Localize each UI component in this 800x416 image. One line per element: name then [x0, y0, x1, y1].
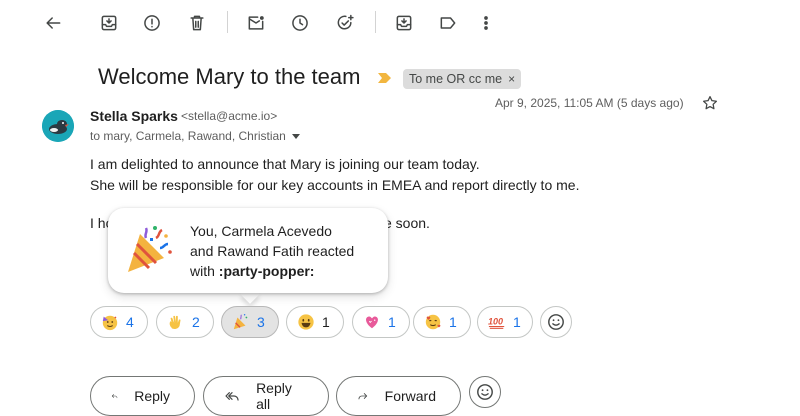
reaction-party-popper[interactable]: 3 — [221, 306, 279, 338]
toolbar-divider — [227, 11, 228, 33]
body-line-2: She will be responsible for our key acco… — [90, 177, 580, 193]
reaction-count: 2 — [192, 314, 200, 330]
chevron-down-icon — [291, 133, 300, 139]
tooltip-line-2: and Rawand Fatih reacted — [190, 243, 355, 259]
add-reaction-icon — [548, 314, 564, 330]
reaction-partying-face[interactable]: 4 — [90, 306, 148, 338]
hundred-points-icon: 100 — [488, 317, 505, 329]
more-icon[interactable] — [472, 9, 500, 37]
reply-icon — [111, 394, 118, 399]
archive-icon[interactable] — [95, 9, 123, 37]
partying-face-icon — [102, 315, 118, 331]
tooltip-text: You, Carmela Acevedo and Rawand Fatih re… — [190, 221, 354, 281]
label-icon[interactable] — [434, 9, 462, 37]
body-line-1: I am delighted to announce that Mary is … — [90, 156, 480, 172]
forward-icon — [358, 393, 368, 400]
delete-icon[interactable] — [183, 9, 211, 37]
reaction-count: 1 — [513, 314, 521, 330]
reaction-grinning-face[interactable]: 1 — [286, 306, 344, 338]
reaction-count: 4 — [126, 314, 134, 330]
mark-unread-icon[interactable] — [242, 9, 270, 37]
reaction-count: 1 — [449, 314, 457, 330]
tooltip-with: with — [190, 263, 219, 279]
tooltip-emoji-code: :party-popper: — [218, 263, 315, 279]
reply-all-label: Reply all — [256, 380, 292, 412]
reply-all-button[interactable]: Reply all — [203, 376, 329, 416]
reaction-count: 1 — [388, 314, 396, 330]
reaction-smiling-face-with-hearts[interactable]: 1 — [413, 306, 471, 338]
tooltip-line-3: with :party-popper: — [190, 261, 354, 281]
smiling-face-with-hearts-icon — [425, 314, 441, 330]
emoji-reaction-button[interactable] — [469, 376, 501, 408]
email-subject: Welcome Mary to the team — [98, 64, 361, 89]
reply-button[interactable]: Reply — [90, 376, 195, 416]
back-arrow-icon[interactable] — [39, 9, 67, 37]
grinning-face-icon — [298, 314, 314, 330]
emoji-icon — [477, 384, 493, 400]
body-line-3-end: e soon. — [384, 215, 430, 231]
toolbar-divider — [375, 11, 376, 33]
label-chip[interactable]: To me OR cc me × — [403, 69, 522, 89]
reaction-hundred-points[interactable]: 100 1 — [477, 306, 533, 338]
remove-label-icon[interactable]: × — [508, 72, 515, 86]
snooze-icon[interactable] — [286, 9, 314, 37]
party-popper-icon — [128, 226, 172, 272]
forward-label: Forward — [384, 388, 436, 404]
label-chip-text: To me OR cc me — [409, 72, 503, 86]
waving-hand-icon — [169, 315, 181, 330]
sender-name: Stella Sparks — [90, 108, 178, 124]
sender-email: <stella@acme.io> — [181, 109, 278, 123]
reply-all-icon — [225, 392, 239, 401]
add-reaction-button[interactable] — [540, 306, 572, 338]
star-icon[interactable] — [701, 94, 719, 112]
add-to-tasks-icon[interactable] — [331, 9, 359, 37]
recipients-dropdown[interactable]: to mary, Carmela, Rawand, Christian — [90, 129, 300, 143]
reaction-count: 3 — [257, 314, 265, 330]
reply-label: Reply — [134, 388, 170, 404]
reaction-count: 1 — [322, 314, 330, 330]
sparkling-heart-icon — [366, 316, 378, 329]
move-to-icon[interactable] — [390, 9, 418, 37]
importance-marker-icon[interactable] — [378, 73, 392, 83]
report-spam-icon[interactable] — [138, 9, 166, 37]
email-date: Apr 9, 2025, 11:05 AM (5 days ago) — [495, 96, 684, 110]
svg-text:100: 100 — [488, 317, 503, 327]
recipients-text: to mary, Carmela, Rawand, Christian — [90, 129, 286, 143]
party-popper-small-icon — [233, 314, 248, 330]
reaction-sparkling-heart[interactable]: 1 — [352, 306, 410, 338]
forward-button[interactable]: Forward — [336, 376, 461, 416]
avatar[interactable] — [42, 110, 74, 142]
tooltip-line-1: You, Carmela Acevedo — [190, 223, 332, 239]
reaction-waving-hand[interactable]: 2 — [156, 306, 214, 338]
